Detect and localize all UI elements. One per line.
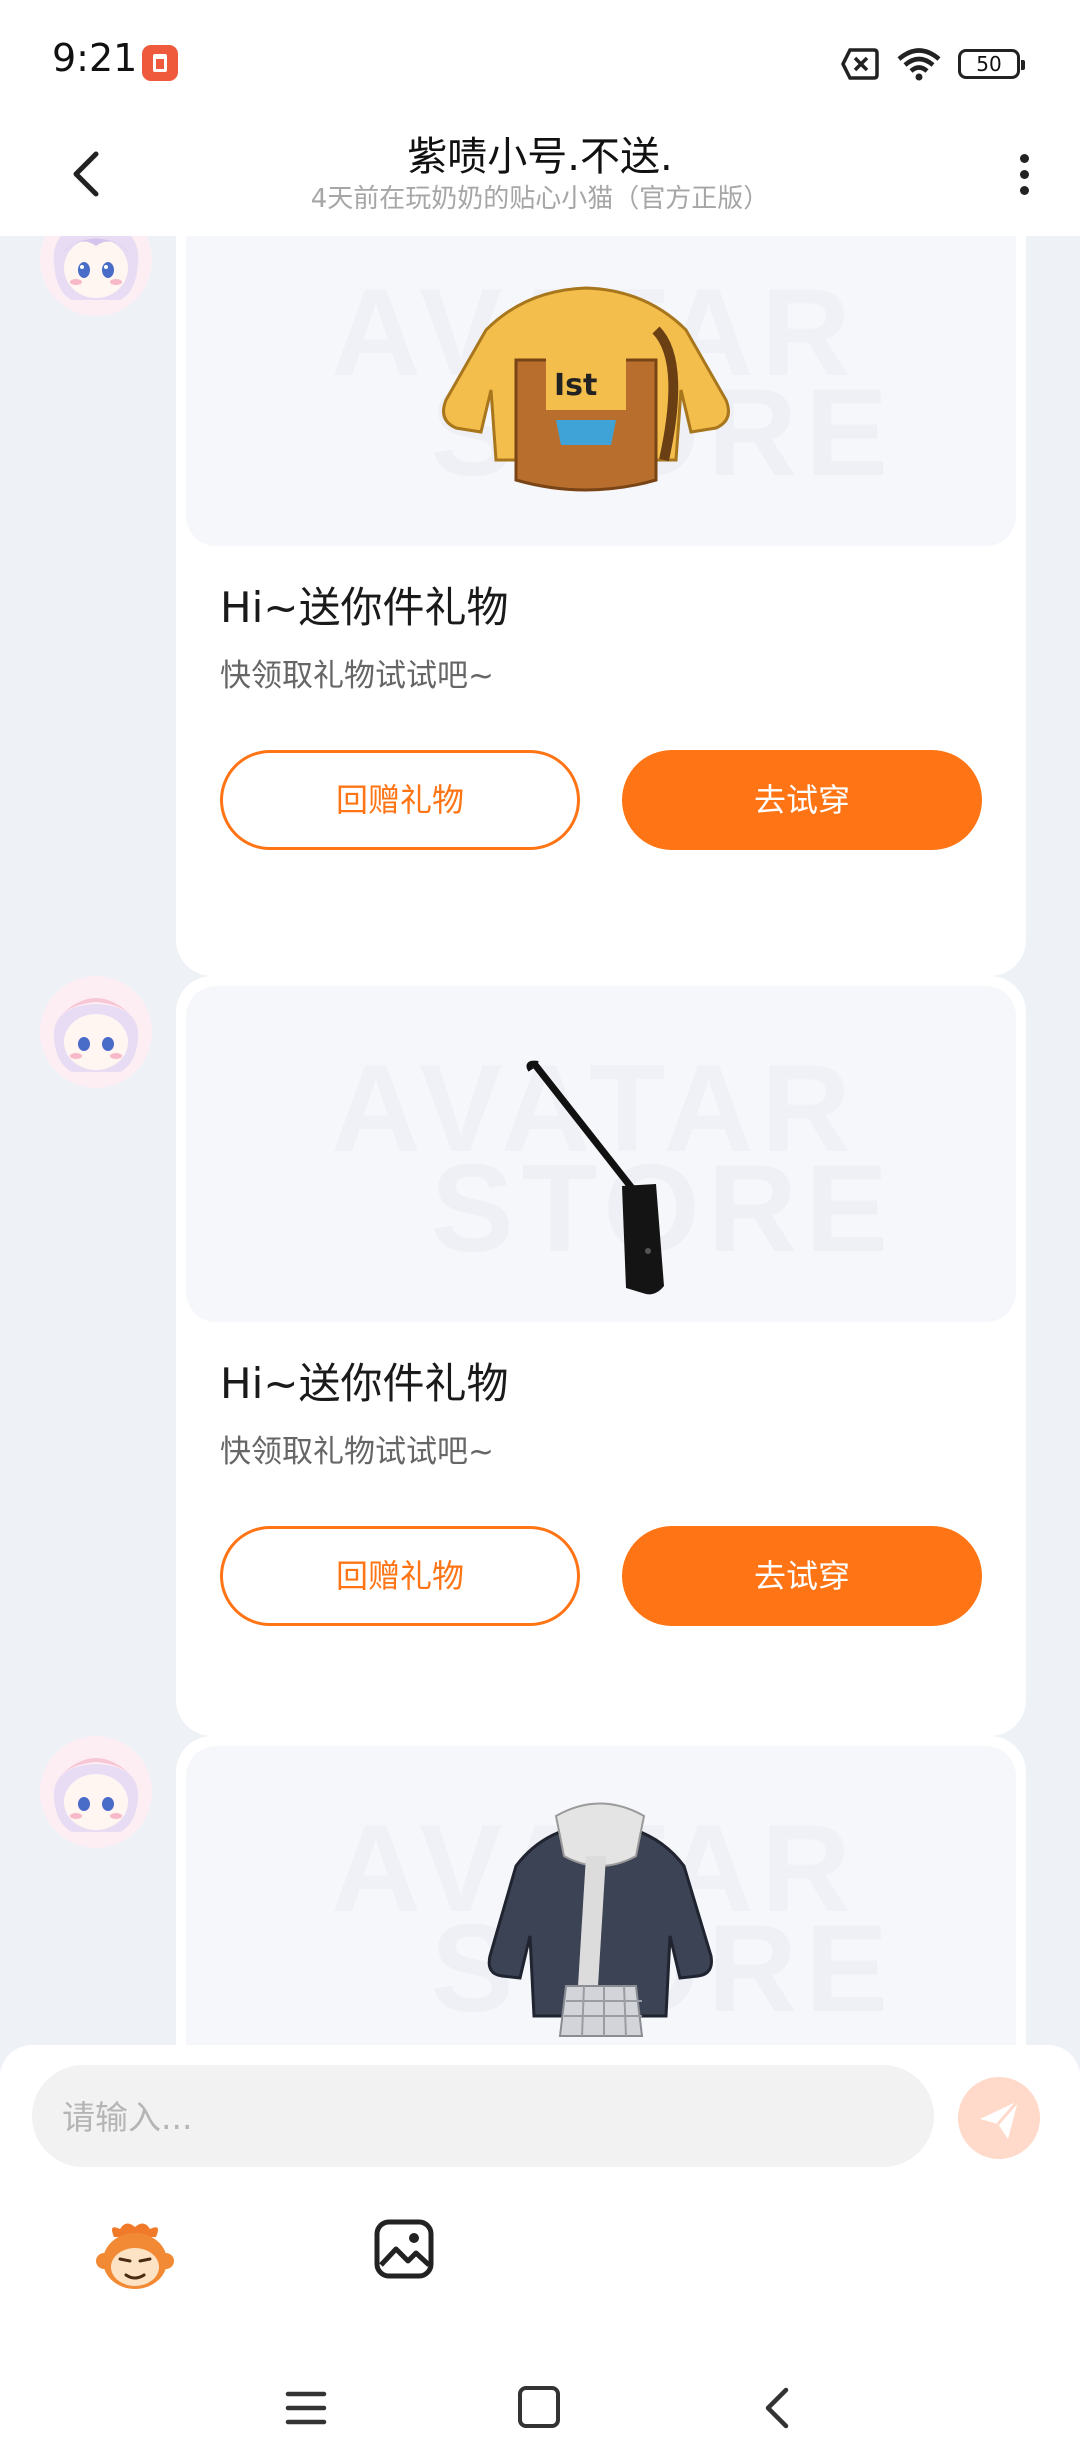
send-button[interactable] [958,2077,1040,2159]
chat-subtitle: 4天前在玩奶奶的贴心小猫（官方正版） [310,184,770,214]
battery-level: 50 [976,52,1002,76]
gift-card: AVATAR STORE Hi~送你件礼物 快领取礼物试试吧~ 回赠礼物 去试穿 [176,976,1026,1736]
back-arrow-icon[interactable] [758,2384,794,2432]
sender-avatar[interactable] [40,976,152,1088]
sender-avatar[interactable] [40,1736,152,1848]
more-options-button[interactable] [1004,144,1044,204]
gift-item-image[interactable]: AVATAR STORE [186,986,1016,1322]
image-picker-button[interactable] [372,2217,436,2281]
monkey-avatar-icon [96,2223,174,2289]
gift-subtitle: 快领取礼物试试吧~ [220,658,494,694]
status-time: 9:21 [52,36,138,80]
home-square-icon[interactable] [518,2386,560,2428]
app-notification-icon [142,45,178,81]
anime-girl-avatar-icon [40,976,152,1088]
sim-disabled-icon [841,48,879,80]
hoodie-icon: Ist [442,286,730,492]
more-vertical-icon [1020,154,1029,163]
crossbody-bag-icon [526,1060,664,1295]
gift-title: Hi~送你件礼物 [220,583,509,632]
message-input[interactable] [60,2065,914,2169]
avatar-emoji-button[interactable] [94,2215,176,2297]
status-bar: 9:21 50 [0,0,1080,120]
message-input-container[interactable] [32,2065,934,2169]
wifi-icon [897,48,941,81]
gift-title: Hi~送你件礼物 [220,1359,509,1408]
status-icons: 50 [840,44,1025,84]
battery-icon: 50 [958,49,1025,79]
image-icon [374,2219,434,2279]
gift-card: AVATAR STORE Ist Hi~送你件礼物 快领取礼物试试吧~ 回赠礼物… [176,236,1026,976]
anime-girl-avatar-icon [40,1736,152,1848]
menu-icon[interactable] [284,2388,328,2428]
gift-subtitle: 快领取礼物试试吧~ [220,1434,494,1470]
chat-title: 紫啧小号.不送. [407,134,673,180]
jacket-icon [487,1802,713,2037]
gift-item-image[interactable]: AVATAR STORE [186,1746,1016,2048]
svg-text:Ist: Ist [554,368,597,403]
gift-card: AVATAR STORE [176,1736,1026,2048]
try-on-button[interactable]: 去试穿 [622,1526,982,1626]
anime-girl-avatar-icon [40,236,152,316]
send-icon [980,2100,1020,2139]
try-on-button[interactable]: 去试穿 [622,750,982,850]
gift-item-image[interactable]: AVATAR STORE Ist [186,236,1016,546]
chat-header: 紫啧小号.不送. 4天前在玩奶奶的贴心小猫（官方正版） [0,120,1080,236]
return-gift-button[interactable]: 回赠礼物 [220,1526,580,1626]
system-nav-bar [0,2350,1080,2460]
sender-avatar[interactable] [40,236,152,316]
return-gift-button[interactable]: 回赠礼物 [220,750,580,850]
chat-message-list[interactable]: AVATAR STORE Ist Hi~送你件礼物 快领取礼物试试吧~ 回赠礼物… [0,236,1080,2048]
